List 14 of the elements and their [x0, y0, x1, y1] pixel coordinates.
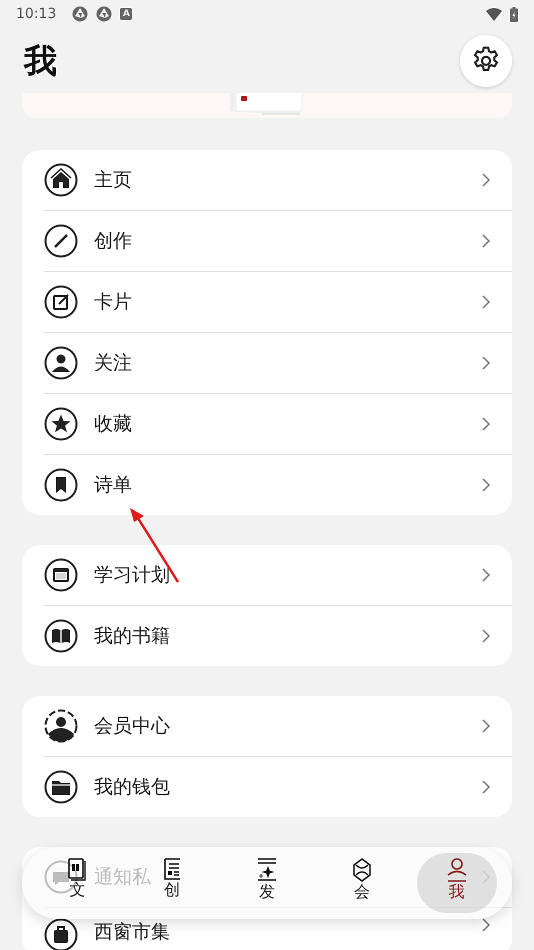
menu-item[interactable]: 我的书籍: [22, 606, 512, 666]
menu-item[interactable]: 主页: [22, 150, 512, 210]
menu-item[interactable]: 收藏: [22, 394, 512, 454]
menu-item[interactable]: 关注: [22, 333, 512, 393]
notification-glyph: A: [120, 8, 132, 20]
menu-item[interactable]: 会员中心: [22, 696, 512, 756]
menu-item[interactable]: 创作: [22, 211, 512, 271]
menu-item[interactable]: 诗单: [22, 455, 512, 515]
menu-item[interactable]: 卡片: [22, 272, 512, 332]
status-time: 10:13: [16, 4, 56, 24]
menu-item[interactable]: 学习计划: [22, 545, 512, 605]
page-title: 我: [24, 40, 57, 80]
menu-item[interactable]: 我的钱包: [22, 757, 512, 817]
nav-tab[interactable]: 我: [416, 853, 497, 913]
